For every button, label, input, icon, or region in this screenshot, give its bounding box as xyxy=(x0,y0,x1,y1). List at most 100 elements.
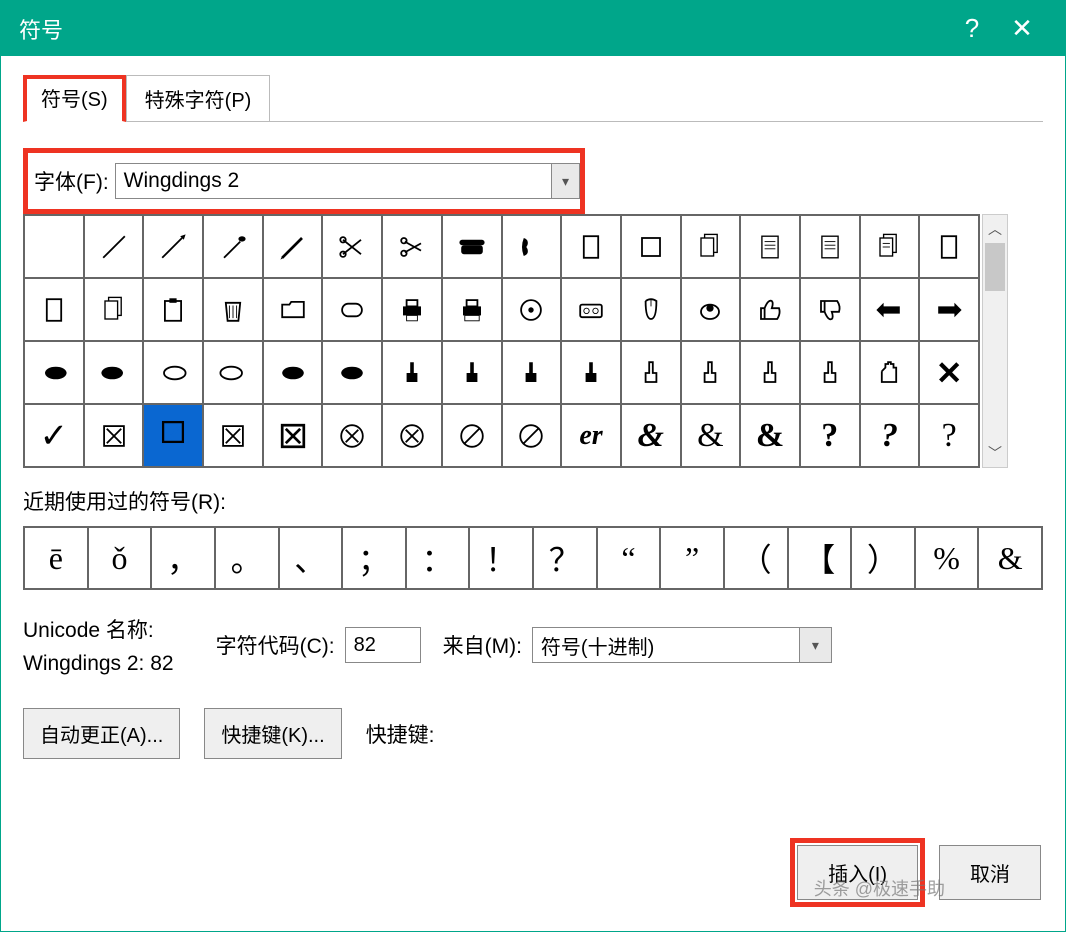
symbol-cell-clipboard[interactable] xyxy=(143,278,203,341)
symbol-cell-pages[interactable] xyxy=(681,215,741,278)
recent-symbol[interactable]: % xyxy=(915,527,979,589)
scroll-thumb[interactable] xyxy=(985,243,1005,291)
symbol-cell-page[interactable] xyxy=(561,215,621,278)
from-combo[interactable]: 符号(十进制) ▾ xyxy=(532,627,832,663)
recent-symbol[interactable]: 【 xyxy=(788,527,852,589)
symbol-cell-doc-text[interactable] xyxy=(800,215,860,278)
scroll-down-icon[interactable]: ﹀ xyxy=(983,439,1007,467)
symbol-cell-disc[interactable] xyxy=(502,278,562,341)
symbol-cell-box-check[interactable] xyxy=(143,404,203,467)
help-button[interactable]: ? xyxy=(947,1,997,56)
symbol-cell-doc-lines[interactable] xyxy=(740,215,800,278)
symbol-cell-printer[interactable] xyxy=(382,278,442,341)
symbol-cell-brush[interactable] xyxy=(203,215,263,278)
recent-symbol[interactable]: & xyxy=(978,527,1042,589)
tab-symbols[interactable]: 符号(S) xyxy=(23,75,126,122)
symbol-cell-docs[interactable] xyxy=(860,215,920,278)
symbol-cell-box-x2[interactable] xyxy=(203,404,263,467)
char-code-input[interactable] xyxy=(345,627,421,663)
recent-symbol[interactable]: ； xyxy=(342,527,406,589)
recent-symbol[interactable]: ！ xyxy=(469,527,533,589)
shortcut-key-button[interactable]: 快捷键(K)... xyxy=(204,708,341,759)
symbol-cell-circle-x2[interactable] xyxy=(382,404,442,467)
recent-symbol[interactable]: ？ xyxy=(533,527,597,589)
symbol-cell-point-left-out[interactable] xyxy=(143,341,203,404)
recent-symbol[interactable]: （ xyxy=(724,527,788,589)
symbol-cell-point-up-r[interactable] xyxy=(740,341,800,404)
tabs: 符号(S) 特殊字符(P) xyxy=(23,74,1043,121)
window-title: 符号 xyxy=(19,13,63,45)
symbol-cell-pencil[interactable] xyxy=(263,215,323,278)
recent-symbol[interactable]: ： xyxy=(406,527,470,589)
symbol-cell-er[interactable]: er xyxy=(561,404,621,467)
symbol-cell-point-right-out[interactable] xyxy=(203,341,263,404)
symbol-cell-finger-l[interactable] xyxy=(681,341,741,404)
symbol-cell-mouse[interactable] xyxy=(621,278,681,341)
font-row: 字体(F): Wingdings 2 ▾ xyxy=(23,148,585,214)
unicode-name-label: Unicode 名称: xyxy=(23,614,174,644)
symbol-cell-thumb-down[interactable] xyxy=(800,278,860,341)
symbol-cell-palm[interactable] xyxy=(860,341,920,404)
symbol-cell-pages2[interactable] xyxy=(84,278,144,341)
symbol-cell-circle-x[interactable] xyxy=(322,404,382,467)
symbol-cell-blank-page[interactable] xyxy=(919,215,979,278)
symbol-cell-finger-up-l[interactable] xyxy=(561,341,621,404)
symbol-cell-amp1[interactable]: & xyxy=(621,404,681,467)
symbol-cell-no2[interactable] xyxy=(502,404,562,467)
symbol-cell-pen[interactable] xyxy=(84,215,144,278)
symbol-cell-point-right-fill[interactable] xyxy=(919,278,979,341)
symbol-cell-hand-up-r[interactable] xyxy=(382,341,442,404)
close-button[interactable]: ✕ xyxy=(997,1,1047,56)
symbol-cell-phone[interactable] xyxy=(442,215,502,278)
recent-symbol[interactable]: “ xyxy=(597,527,661,589)
symbol-cell-page2[interactable] xyxy=(24,278,84,341)
tab-special-chars[interactable]: 特殊字符(P) xyxy=(126,75,271,122)
symbol-cell-box-x-bold[interactable] xyxy=(263,404,323,467)
symbol-cell-tape[interactable] xyxy=(561,278,621,341)
symbol-cell-trackball[interactable] xyxy=(681,278,741,341)
symbol-cell-empty[interactable] xyxy=(24,215,84,278)
symbol-cell-handset[interactable] xyxy=(502,215,562,278)
symbol-cell-point-right-solid[interactable] xyxy=(84,341,144,404)
recent-symbol[interactable]: 、 xyxy=(279,527,343,589)
symbol-cell-no1[interactable] xyxy=(442,404,502,467)
symbol-cell-point-up-l[interactable] xyxy=(800,341,860,404)
recent-symbol[interactable]: ē xyxy=(24,527,88,589)
symbol-cell-point-left-solid[interactable] xyxy=(24,341,84,404)
recent-symbol[interactable]: ” xyxy=(660,527,724,589)
scrollbar[interactable]: ︿ ﹀ xyxy=(982,214,1008,468)
symbol-cell-rounded[interactable] xyxy=(322,278,382,341)
symbol-cell-finger-up-r[interactable] xyxy=(502,341,562,404)
recent-symbol[interactable]: ） xyxy=(851,527,915,589)
symbol-cell-thumb-up[interactable] xyxy=(740,278,800,341)
scroll-up-icon[interactable]: ︿ xyxy=(983,215,1007,243)
autocorrect-button[interactable]: 自动更正(A)... xyxy=(23,708,180,759)
recent-symbol[interactable]: ǒ xyxy=(88,527,152,589)
symbol-cell-amp3[interactable]: & xyxy=(740,404,800,467)
symbol-cell-scissors-open[interactable] xyxy=(322,215,382,278)
symbol-cell-box-x[interactable] xyxy=(84,404,144,467)
font-combo[interactable]: Wingdings 2 ▾ xyxy=(115,163,580,199)
cancel-button[interactable]: 取消 xyxy=(939,845,1041,900)
symbol-cell-finger-r[interactable] xyxy=(621,341,681,404)
insert-button[interactable]: 插入(I) xyxy=(797,845,918,900)
symbol-cell-x[interactable]: ✕ xyxy=(919,341,979,404)
recent-symbol[interactable]: ， xyxy=(151,527,215,589)
symbol-cell-point-l-fill[interactable] xyxy=(322,341,382,404)
symbol-cell-fountain-pen[interactable] xyxy=(143,215,203,278)
char-code-label: 字符代码(C): xyxy=(216,630,335,660)
symbol-cell-q1[interactable]: ? xyxy=(800,404,860,467)
symbol-cell-scissors[interactable] xyxy=(382,215,442,278)
symbol-cell-point-r-fill[interactable] xyxy=(263,341,323,404)
symbol-cell-check[interactable]: ✓ xyxy=(24,404,84,467)
symbol-cell-q2[interactable]: ? xyxy=(860,404,920,467)
symbol-cell-fax[interactable] xyxy=(442,278,502,341)
symbol-cell-amp2[interactable]: & xyxy=(681,404,741,467)
recent-symbol[interactable]: 。 xyxy=(215,527,279,589)
symbol-cell-hand-up-l[interactable] xyxy=(442,341,502,404)
symbol-cell-folder[interactable] xyxy=(263,278,323,341)
symbol-cell-square[interactable] xyxy=(621,215,681,278)
symbol-cell-trash[interactable] xyxy=(203,278,263,341)
symbol-cell-q3[interactable]: ? xyxy=(919,404,979,467)
symbol-cell-point-left-fill[interactable] xyxy=(860,278,920,341)
